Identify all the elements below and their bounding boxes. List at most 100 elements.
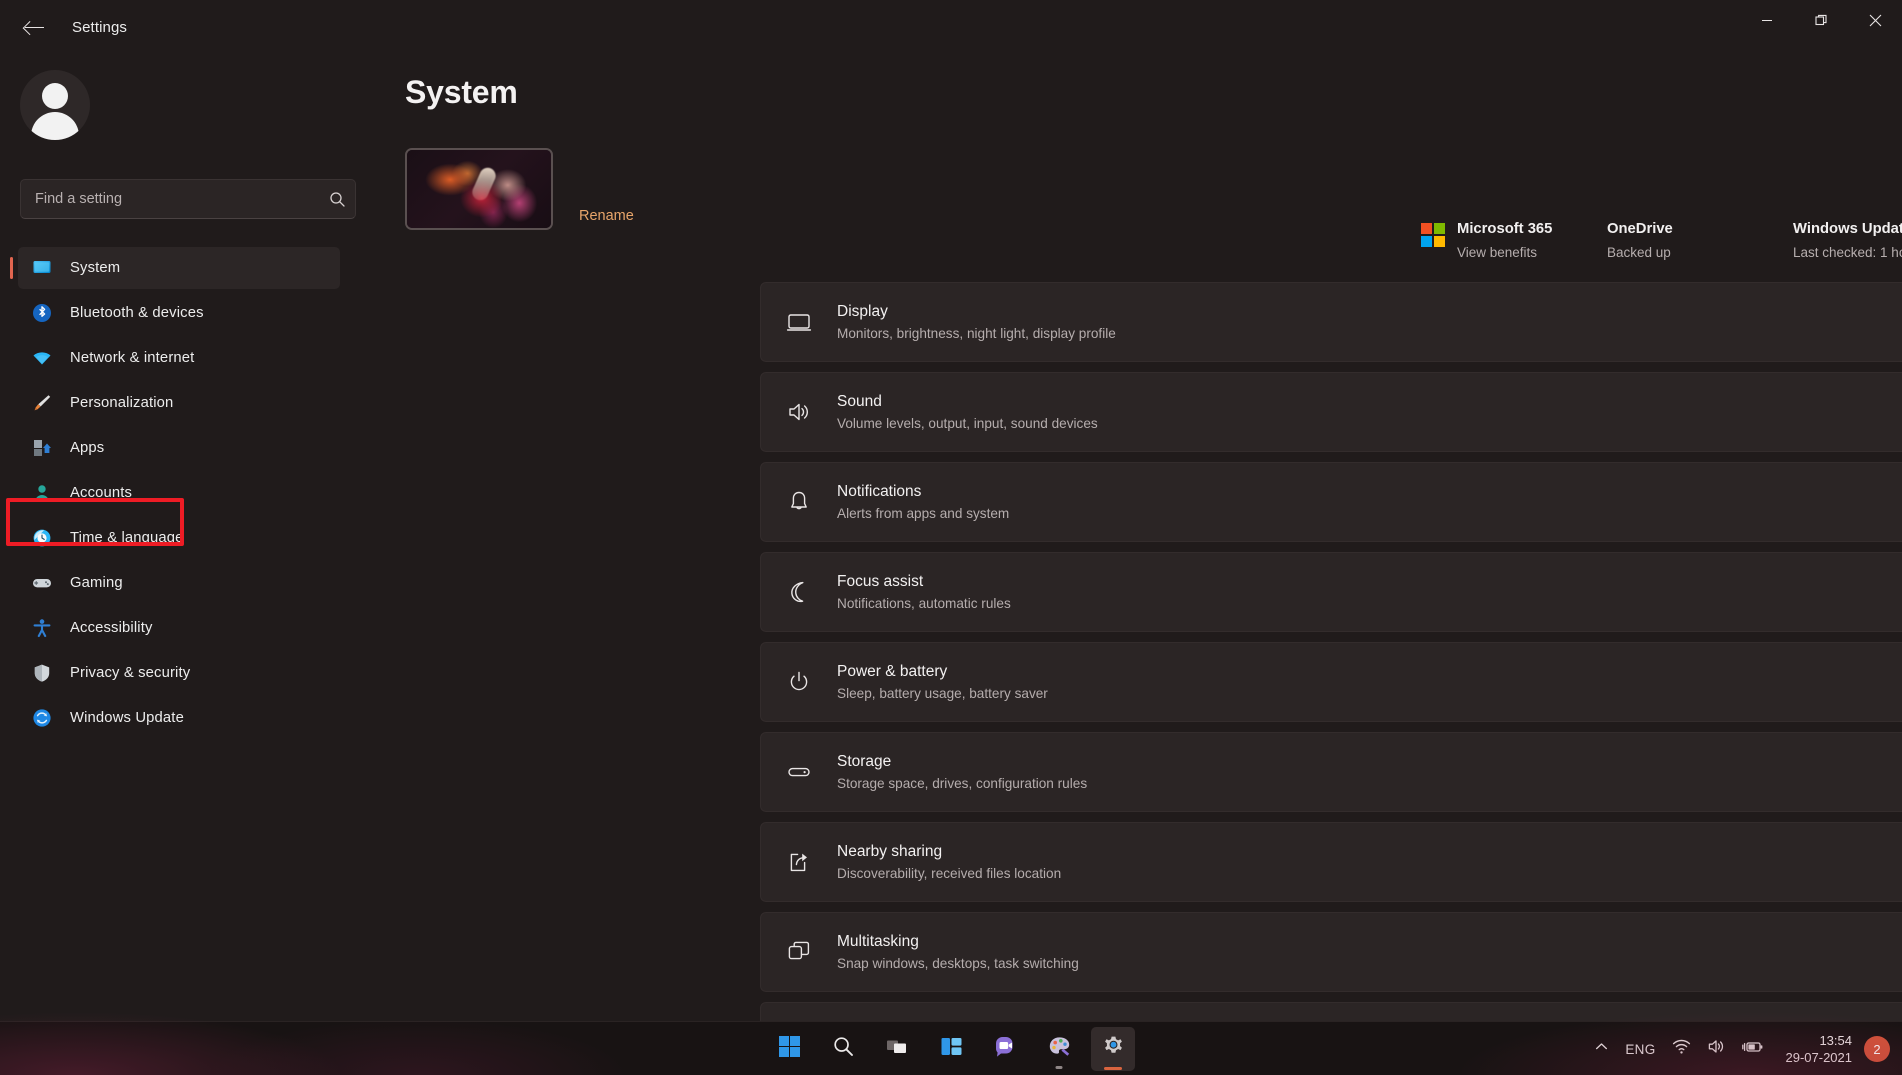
window-controls (1740, 0, 1902, 40)
show-hidden-icons-button[interactable] (1586, 1029, 1617, 1069)
power-icon (761, 669, 837, 695)
paint-button[interactable] (1037, 1027, 1081, 1071)
language-indicator[interactable]: ENG (1617, 1029, 1663, 1069)
system-tray: ENG (1586, 1022, 1890, 1075)
settings-window: Settings (0, 0, 1902, 1075)
microsoft-logo-icon (1421, 223, 1445, 247)
sidebar-item-label: Gaming (70, 575, 123, 591)
settings-row-title: Multitasking (837, 931, 1902, 952)
sidebar-item-label: System (70, 260, 120, 276)
close-button[interactable] (1848, 0, 1902, 40)
tray-time: 13:54 (1819, 1032, 1852, 1049)
settings-row-title: Sound (837, 391, 1902, 412)
tray-date: 29-07-2021 (1786, 1049, 1853, 1066)
moon-icon (761, 579, 837, 605)
multitasking-icon (761, 939, 837, 965)
volume-button[interactable] (1699, 1029, 1734, 1069)
sidebar-item-system[interactable]: System (18, 247, 340, 289)
settings-row-multitasking[interactable]: Multitasking Snap windows, desktops, tas… (760, 912, 1902, 992)
chat-button[interactable] (983, 1027, 1027, 1071)
avatar-head-shape (42, 83, 68, 109)
sidebar-item-privacy-security[interactable]: Privacy & security (18, 652, 340, 694)
settings-list: Display Monitors, brightness, night ligh… (760, 282, 1902, 1021)
settings-row-subtitle: Volume levels, output, input, sound devi… (837, 415, 1902, 433)
paint-palette-icon (1048, 1035, 1071, 1063)
storage-icon (761, 759, 837, 785)
settings-button[interactable] (1091, 1027, 1135, 1071)
settings-row-title: Notifications (837, 481, 1902, 502)
sidebar-item-accounts[interactable]: Accounts (18, 472, 340, 514)
sidebar-item-bluetooth-devices[interactable]: Bluetooth & devices (18, 292, 340, 334)
sidebar-item-accessibility[interactable]: Accessibility (18, 607, 340, 649)
battery-charging-icon (1742, 1037, 1764, 1061)
settings-row-nearby-sharing[interactable]: Nearby sharing Discoverability, received… (760, 822, 1902, 902)
sidebar-item-gaming[interactable]: Gaming (18, 562, 340, 604)
widgets-icon (940, 1035, 963, 1063)
settings-row-power-battery[interactable]: Power & battery Sleep, battery usage, ba… (760, 642, 1902, 722)
settings-row-subtitle: Snap windows, desktops, task switching (837, 955, 1902, 973)
minimize-button[interactable] (1740, 0, 1794, 40)
settings-row-title: Nearby sharing (837, 841, 1902, 862)
clock-button[interactable]: 13:54 29-07-2021 (1772, 1032, 1863, 1066)
close-icon (1869, 14, 1882, 27)
sidebar-item-apps[interactable]: Apps (18, 427, 340, 469)
language-label: ENG (1625, 1042, 1655, 1057)
avatar-body-shape (31, 112, 79, 140)
sidebar-item-time-language[interactable]: Time & language (18, 517, 340, 559)
bluetooth-icon (22, 302, 62, 324)
settings-row-focus-assist[interactable]: Focus assist Notifications, automatic ru… (760, 552, 1902, 632)
sidebar-item-personalization[interactable]: Personalization (18, 382, 340, 424)
status-card-onedrive[interactable]: OneDrive Backed up (1597, 214, 1783, 267)
task-view-button[interactable] (875, 1027, 919, 1071)
status-card-subtitle: Backed up (1607, 244, 1673, 261)
wifi-icon (1672, 1037, 1691, 1061)
taskbar: ENG (0, 1021, 1902, 1075)
search-box[interactable] (20, 179, 356, 219)
status-card-microsoft-365[interactable]: Microsoft 365 View benefits (1411, 214, 1597, 267)
back-arrow-icon (25, 20, 44, 35)
task-view-icon (886, 1035, 909, 1063)
bell-icon (761, 489, 837, 515)
back-button[interactable] (14, 10, 54, 44)
sidebar-nav: System Bluetooth & devices (0, 244, 356, 742)
wallpaper-bloom-image (407, 150, 551, 228)
settings-row-subtitle: Sleep, battery usage, battery saver (837, 685, 1902, 703)
widgets-button[interactable] (929, 1027, 973, 1071)
settings-row-title: Power & battery (837, 661, 1902, 682)
search-icon (319, 191, 355, 208)
status-card-title: Windows Update (1793, 220, 1902, 239)
battery-button[interactable] (1734, 1029, 1772, 1069)
settings-row-storage[interactable]: Storage Storage space, drives, configura… (760, 732, 1902, 812)
network-button[interactable] (1664, 1029, 1699, 1069)
search-button[interactable] (821, 1027, 865, 1071)
title-bar: Settings (0, 0, 1902, 54)
taskbar-buttons (767, 1022, 1135, 1075)
sidebar-item-label: Privacy & security (70, 665, 190, 681)
minimize-icon (1761, 14, 1773, 26)
rename-link[interactable]: Rename (579, 208, 634, 224)
notification-badge[interactable]: 2 (1864, 1036, 1890, 1062)
settings-row-partial[interactable] (760, 1002, 1902, 1021)
start-button[interactable] (767, 1027, 811, 1071)
settings-row-subtitle: Alerts from apps and system (837, 505, 1902, 523)
gear-icon (1102, 1035, 1125, 1063)
status-card-windows-update[interactable]: Windows Update Last checked: 1 hour ago (1783, 214, 1902, 267)
paintbrush-icon (22, 392, 62, 414)
search-icon (832, 1035, 855, 1063)
settings-row-sound[interactable]: Sound Volume levels, output, input, soun… (760, 372, 1902, 452)
monitor-icon (22, 257, 62, 279)
sidebar-item-label: Accessibility (70, 620, 153, 636)
chevron-up-icon (1594, 1039, 1609, 1059)
sidebar-item-network-internet[interactable]: Network & internet (18, 337, 340, 379)
settings-row-display[interactable]: Display Monitors, brightness, night ligh… (760, 282, 1902, 362)
sidebar-item-label: Personalization (70, 395, 173, 411)
search-input[interactable] (21, 191, 319, 207)
avatar[interactable] (20, 70, 90, 140)
window-title: Settings (72, 19, 127, 36)
settings-row-notifications[interactable]: Notifications Alerts from apps and syste… (760, 462, 1902, 542)
device-thumbnail (405, 148, 553, 230)
restore-button[interactable] (1794, 0, 1848, 40)
settings-row-subtitle: Storage space, drives, configuration rul… (837, 775, 1902, 793)
sound-icon (761, 399, 837, 425)
sidebar-item-windows-update[interactable]: Windows Update (18, 697, 340, 739)
